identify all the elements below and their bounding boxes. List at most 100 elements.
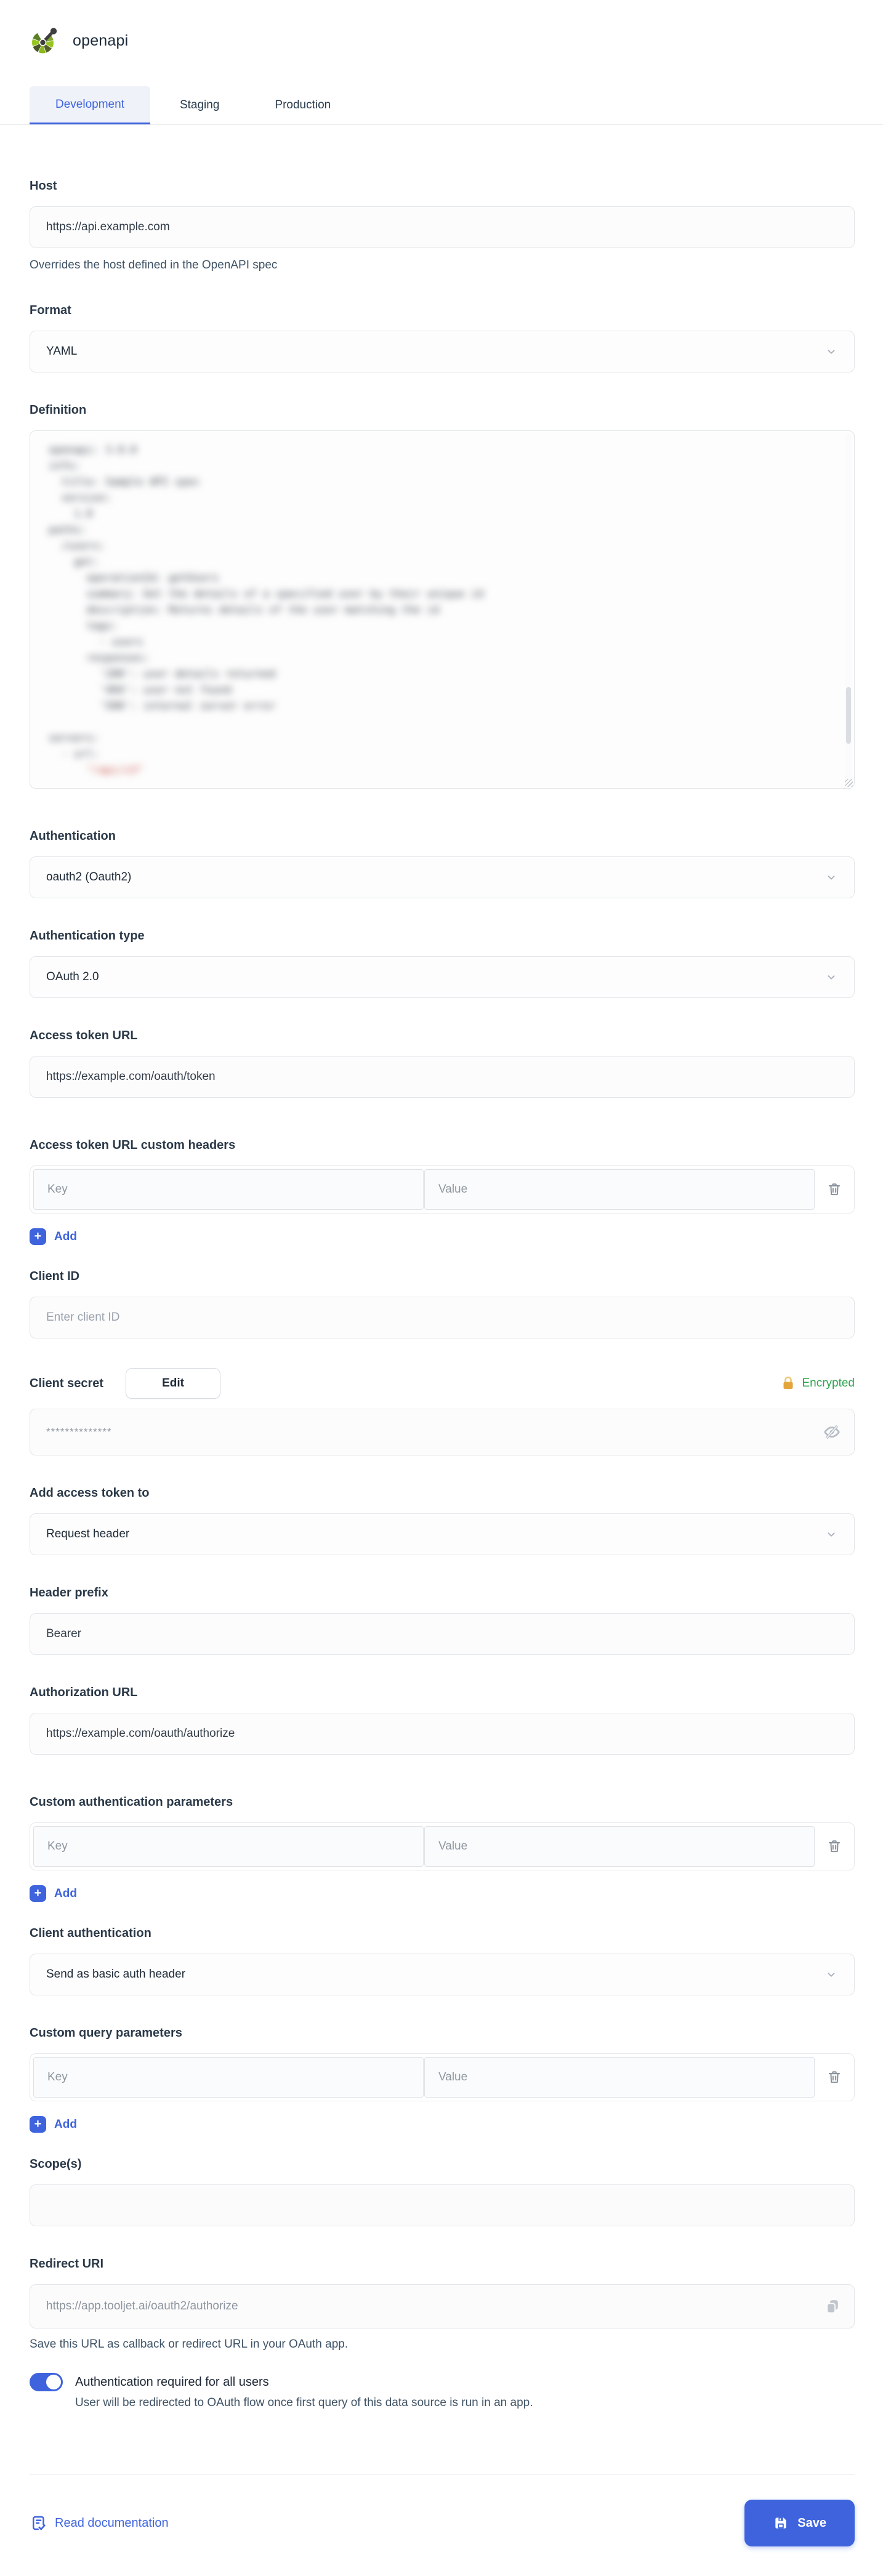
redirect-uri-input[interactable] <box>30 2284 855 2328</box>
trash-icon <box>826 2069 842 2085</box>
delete-header-button[interactable] <box>815 1166 854 1213</box>
add-header-button[interactable]: + Add <box>30 1228 77 1245</box>
trash-icon <box>826 1838 842 1854</box>
encrypted-label: Encrypted <box>802 1377 855 1390</box>
definition-label: Definition <box>30 402 855 418</box>
custom-headers-key-input[interactable] <box>33 1169 424 1210</box>
add-auth-param-button[interactable]: + Add <box>30 1885 77 1902</box>
client-auth-selected-value: Send as basic auth header <box>46 1968 185 1981</box>
save-button-label: Save <box>797 2516 826 2530</box>
redirect-uri-helper-text: Save this URL as callback or redirect UR… <box>30 2337 855 2352</box>
definition-scrollbar[interactable] <box>845 433 852 786</box>
read-documentation-link[interactable]: Read documentation <box>30 2514 169 2532</box>
client-secret-input[interactable] <box>30 1409 855 1455</box>
custom-query-params-row <box>30 2053 855 2101</box>
environment-tabs: Development Staging Production <box>0 86 883 125</box>
edit-secret-button[interactable]: Edit <box>126 1368 220 1399</box>
chevron-down-icon <box>825 970 838 984</box>
copy-redirect-uri-button[interactable] <box>824 2298 841 2315</box>
toggle-secret-visibility-button[interactable] <box>823 1423 841 1441</box>
host-label: Host <box>30 178 855 194</box>
header-prefix-input[interactable] <box>30 1613 855 1655</box>
chevron-down-icon <box>825 1968 838 1981</box>
plus-icon: + <box>30 2116 46 2133</box>
client-secret-header: Client secret Edit Encrypted <box>30 1368 855 1399</box>
client-id-label: Client ID <box>30 1268 855 1284</box>
add-token-to-selected-value: Request header <box>46 1527 129 1541</box>
custom-auth-params-label: Custom authentication parameters <box>30 1794 855 1810</box>
definition-code: openapi: 3.0.0info: title: Sample API sp… <box>30 431 854 789</box>
auth-type-select[interactable]: OAuth 2.0 <box>30 956 855 998</box>
access-token-url-input[interactable] <box>30 1056 855 1098</box>
read-documentation-label: Read documentation <box>55 2516 169 2530</box>
definition-editor[interactable]: openapi: 3.0.0info: title: Sample API sp… <box>30 430 855 789</box>
authorization-url-input[interactable] <box>30 1713 855 1755</box>
datasource-config-page: openapi Development Staging Production H… <box>0 0 883 2576</box>
add-query-param-label: Add <box>54 2118 77 2131</box>
authentication-selected-value: oauth2 (Oauth2) <box>46 871 131 884</box>
tab-staging[interactable]: Staging <box>154 86 245 124</box>
access-token-url-label: Access token URL <box>30 1028 855 1044</box>
client-auth-label: Client authentication <box>30 1925 855 1941</box>
authentication-select[interactable]: oauth2 (Oauth2) <box>30 856 855 898</box>
add-token-to-label: Add access token to <box>30 1485 855 1501</box>
auth-required-toggle[interactable] <box>30 2373 63 2391</box>
client-secret-field <box>30 1409 855 1455</box>
custom-query-params-key-input[interactable] <box>33 2057 424 2098</box>
lock-icon <box>781 1375 796 1391</box>
plus-icon: + <box>30 1885 46 1902</box>
page-title: openapi <box>73 32 128 50</box>
delete-query-param-button[interactable] <box>815 2054 854 2101</box>
custom-query-params-label: Custom query parameters <box>30 2025 855 2041</box>
resize-grip[interactable] <box>845 779 853 787</box>
client-auth-select[interactable]: Send as basic auth header <box>30 1954 855 1995</box>
documentation-icon <box>30 2514 48 2532</box>
footer: Read documentation Save <box>30 2474 855 2546</box>
redirect-uri-label: Redirect URI <box>30 2256 855 2272</box>
eye-off-icon <box>823 1423 841 1441</box>
format-select[interactable]: YAML <box>30 331 855 372</box>
authorization-url-label: Authorization URL <box>30 1684 855 1701</box>
tab-development[interactable]: Development <box>30 86 150 124</box>
scopes-input[interactable] <box>30 2184 855 2226</box>
custom-auth-params-row <box>30 1822 855 1870</box>
format-selected-value: YAML <box>46 345 77 358</box>
chevron-down-icon <box>825 871 838 884</box>
tab-production[interactable]: Production <box>249 86 357 124</box>
copy-icon <box>824 2298 841 2315</box>
auth-required-description: User will be redirected to OAuth flow on… <box>75 2395 533 2410</box>
add-query-param-button[interactable]: + Add <box>30 2116 77 2133</box>
host-helper-text: Overrides the host defined in the OpenAP… <box>30 258 855 273</box>
custom-headers-row <box>30 1165 855 1214</box>
save-button[interactable]: Save <box>744 2500 855 2546</box>
custom-headers-label: Access token URL custom headers <box>30 1137 855 1153</box>
auth-type-label: Authentication type <box>30 928 855 944</box>
openapi-logo-icon <box>30 26 59 55</box>
authentication-label: Authentication <box>30 828 855 844</box>
custom-query-params-value-input[interactable] <box>424 2057 815 2098</box>
auth-type-selected-value: OAuth 2.0 <box>46 970 99 984</box>
custom-auth-params-value-input[interactable] <box>424 1826 815 1867</box>
delete-auth-param-button[interactable] <box>815 1823 854 1870</box>
client-secret-label: Client secret <box>30 1375 103 1391</box>
header: openapi <box>30 26 855 55</box>
auth-required-row: Authentication required for all users Us… <box>30 2373 855 2410</box>
custom-auth-params-key-input[interactable] <box>33 1826 424 1867</box>
plus-icon: + <box>30 1228 46 1245</box>
add-header-label: Add <box>54 1230 77 1244</box>
custom-headers-value-input[interactable] <box>424 1169 815 1210</box>
scrollbar-thumb[interactable] <box>846 687 851 744</box>
trash-icon <box>826 1181 842 1197</box>
client-id-input[interactable] <box>30 1297 855 1338</box>
chevron-down-icon <box>825 345 838 358</box>
chevron-down-icon <box>825 1527 838 1541</box>
host-input[interactable] <box>30 206 855 248</box>
add-token-to-select[interactable]: Request header <box>30 1513 855 1555</box>
redirect-uri-field <box>30 2284 855 2328</box>
header-prefix-label: Header prefix <box>30 1585 855 1601</box>
format-label: Format <box>30 302 855 318</box>
toggle-knob <box>46 2375 61 2389</box>
add-auth-param-label: Add <box>54 1887 77 1901</box>
auth-required-label: Authentication required for all users <box>75 2373 533 2391</box>
encrypted-badge: Encrypted <box>781 1375 855 1391</box>
